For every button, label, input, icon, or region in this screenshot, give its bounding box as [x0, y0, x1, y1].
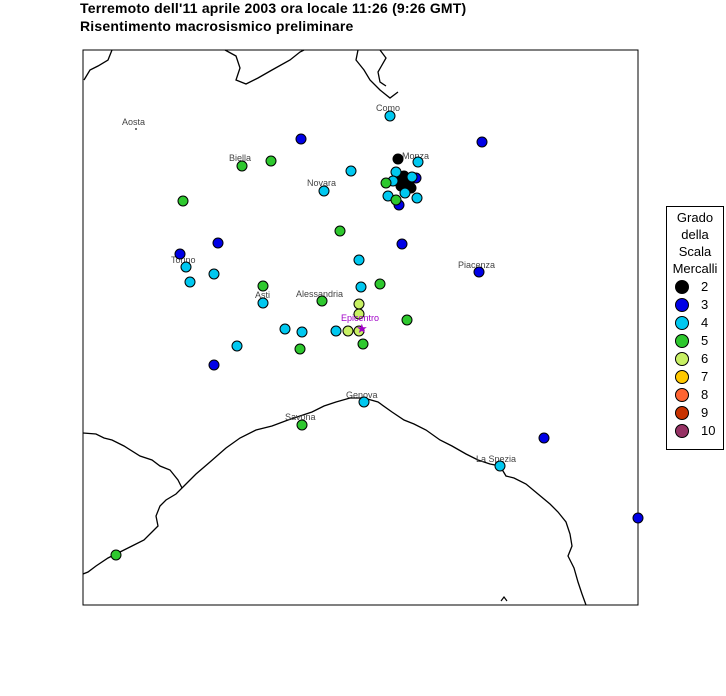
intensity-point-grade-4: [384, 110, 396, 122]
intensity-point-grade-4: [412, 156, 424, 168]
intensity-point-grade-5: [374, 278, 386, 290]
intensity-point-grade-4: [208, 268, 220, 280]
intensity-map: Aosta Como Biella Monza Novara Torino Pi…: [82, 49, 644, 606]
legend-swatch-icon: [675, 352, 689, 366]
legend-item-3: 3: [675, 297, 721, 315]
intensity-point-grade-3: [632, 512, 644, 524]
legend-swatch-icon: [675, 298, 689, 312]
legend-swatch-icon: [675, 280, 689, 294]
intensity-point-grade-4: [358, 396, 370, 408]
intensity-point-grade-6: [353, 298, 365, 310]
intensity-point-grade-5: [296, 419, 308, 431]
island: [500, 596, 508, 602]
intensity-point-grade-4: [231, 340, 243, 352]
intensity-point-grade-5: [265, 155, 277, 167]
intensity-point-grade-3: [476, 136, 488, 148]
intensity-point-grade-4: [406, 171, 418, 183]
intensity-point-grade-4: [330, 325, 342, 337]
intensity-point-grade-3: [174, 248, 186, 260]
intensity-point-grade-4: [180, 261, 192, 273]
intensity-point-grade-4: [494, 460, 506, 472]
intensity-point-grade-5: [316, 295, 328, 307]
city-marker-aosta: [135, 128, 137, 130]
country-border: [83, 49, 399, 99]
legend-item-2: 2: [675, 279, 721, 297]
intensity-point-grade-5: [236, 160, 248, 172]
legend-swatch-icon: [675, 316, 689, 330]
intensity-point-grade-4: [399, 187, 411, 199]
coastline: [82, 397, 587, 606]
epicenter-star-icon: ★: [356, 321, 368, 336]
intensity-point-grade-4: [411, 192, 423, 204]
intensity-point-grade-5: [390, 194, 402, 206]
legend-swatch-icon: [675, 370, 689, 384]
intensity-point-grade-3: [473, 266, 485, 278]
intensity-point-grade-4: [279, 323, 291, 335]
legend-item-5: 5: [675, 333, 721, 351]
legend-item-8: 8: [675, 387, 721, 405]
legend-item-4: 4: [675, 315, 721, 333]
legend-swatch-icon: [675, 388, 689, 402]
intensity-point-grade-4: [345, 165, 357, 177]
intensity-point-grade-3: [295, 133, 307, 145]
intensity-point-grade-4: [184, 276, 196, 288]
intensity-point-grade-5: [177, 195, 189, 207]
intensity-point-grade-5: [110, 549, 122, 561]
legend-swatch-icon: [675, 424, 689, 438]
intensity-point-grade-5: [257, 280, 269, 292]
intensity-point-grade-4: [355, 281, 367, 293]
intensity-point-grade-3: [208, 359, 220, 371]
intensity-point-grade-5: [401, 314, 413, 326]
intensity-point-grade-3: [538, 432, 550, 444]
intensity-point-grade-5: [380, 177, 392, 189]
legend-swatch-icon: [675, 334, 689, 348]
intensity-point-grade-4: [296, 326, 308, 338]
intensity-point-grade-3: [212, 237, 224, 249]
legend-item-10: 10: [675, 423, 721, 441]
intensity-point-grade-4: [353, 254, 365, 266]
intensity-point-grade-6: [342, 325, 354, 337]
intensity-point-grade-5: [357, 338, 369, 350]
legend-item-9: 9: [675, 405, 721, 423]
intensity-point-grade-2: [392, 153, 404, 165]
legend-swatch-icon: [675, 406, 689, 420]
intensity-point-grade-4: [318, 185, 330, 197]
city-labels: Aosta Como Biella Monza Novara Torino Pi…: [122, 103, 516, 464]
city-aosta: Aosta: [122, 117, 145, 127]
legend: Grado della Scala Mercalli 2 3 4 5 6 7 8…: [666, 206, 724, 450]
legend-item-6: 6: [675, 351, 721, 369]
intensity-point-grade-4: [390, 166, 402, 178]
intensity-point-grade-5: [334, 225, 346, 237]
intensity-point-grade-3: [396, 238, 408, 250]
intensity-point-grade-5: [294, 343, 306, 355]
legend-title: Grado della Scala Mercalli: [672, 210, 718, 276]
intensity-point-grade-4: [257, 297, 269, 309]
legend-item-7: 7: [675, 369, 721, 387]
